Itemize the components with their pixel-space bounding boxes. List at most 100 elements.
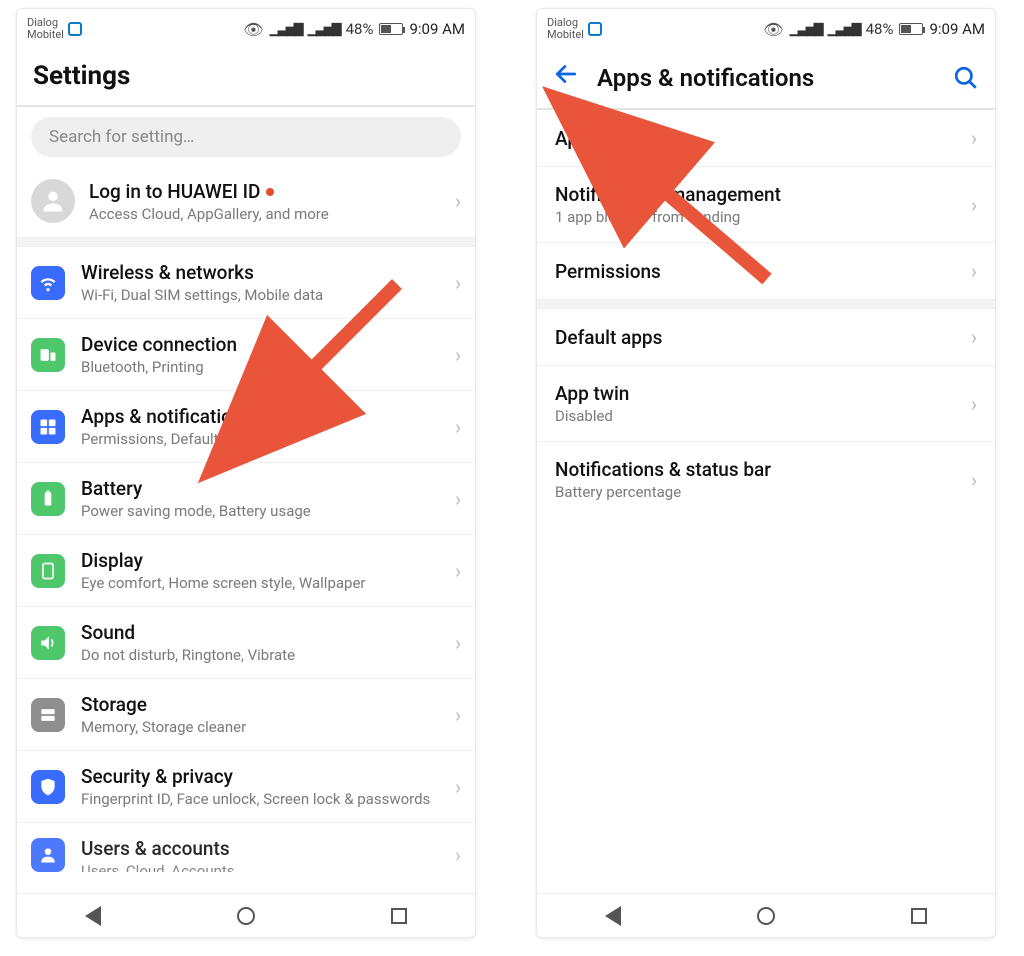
signal-4g-icon: ▁▃▅▇ [308,22,340,37]
row-battery[interactable]: Battery Power saving mode, Battery usage… [17,462,475,534]
chevron-right-icon: › [447,631,461,655]
nav-home-button[interactable] [235,905,257,927]
row-subtitle: Bluetooth, Printing [81,358,447,376]
row-title: Display [81,549,447,572]
row-subtitle: 1 app blocked from sending [555,208,971,226]
apps-content[interactable]: Apps › Notifications management 1 app bl… [537,110,995,893]
row-subtitle: Battery percentage [555,483,971,501]
chevron-right-icon: › [971,193,977,217]
clock: 9:09 AM [409,20,465,38]
row-display[interactable]: Display Eye comfort, Home screen style, … [17,534,475,606]
row-app-twin[interactable]: App twin Disabled › [537,365,995,441]
signal-icon: ▁▃▅▇ [790,22,822,37]
login-subtitle: Access Cloud, AppGallery, and more [89,205,447,223]
nav-back-button[interactable] [602,905,624,927]
nav-recent-button[interactable] [388,905,410,927]
section-divider [537,299,995,309]
row-title: Sound [81,621,447,644]
row-device-connection[interactable]: Device connection Bluetooth, Printing › [17,318,475,390]
row-notifications-management[interactable]: Notifications management 1 app blocked f… [537,166,995,242]
chevron-right-icon: › [447,703,461,727]
sound-icon [31,626,65,660]
chevron-right-icon: › [971,259,977,283]
row-subtitle: Power saving mode, Battery usage [81,502,447,520]
chevron-right-icon: › [447,487,461,511]
row-title: Notifications management [555,183,971,206]
row-apps[interactable]: Apps › [537,110,995,166]
nav-home-button[interactable] [755,905,777,927]
row-title: Security & privacy [81,765,447,788]
chevron-right-icon: › [447,189,461,213]
chevron-right-icon: › [971,325,977,349]
row-notifications-status-bar[interactable]: Notifications & status bar Battery perce… [537,441,995,517]
row-subtitle: Fingerprint ID, Face unlock, Screen lock… [81,790,447,808]
signal-4g-icon: ▁▃▅▇ [828,22,860,37]
nav-bar [537,893,995,937]
row-title: Notifications & status bar [555,458,971,481]
device-icon [31,338,65,372]
row-security-privacy[interactable]: Security & privacy Fingerprint ID, Face … [17,750,475,822]
row-title: Users & accounts [81,837,447,860]
row-subtitle: Permissions, Default apps [81,430,447,448]
nav-back-button[interactable] [82,905,104,927]
eye-comfort-icon: 👁 [763,20,783,39]
eye-comfort-icon: 👁 [243,20,263,39]
apps-icon [31,410,65,444]
shield-icon [31,770,65,804]
row-users-accounts[interactable]: Users & accounts Users, Cloud, Accounts … [17,822,475,886]
row-subtitle: Users, Cloud, Accounts [81,862,447,872]
clock: 9:09 AM [929,20,985,38]
phone-settings: Dialog Mobitel 👁 ▁▃▅▇ ▁▃▅▇ 48% 9:09 AM S… [16,8,476,938]
search-input[interactable]: Search for setting… [31,117,461,157]
battery-percent: 48% [866,20,894,38]
row-subtitle: Memory, Storage cleaner [81,718,447,736]
row-title: Storage [81,693,447,716]
storage-icon [31,698,65,732]
row-apps-notifications[interactable]: Apps & notifications Permissions, Defaul… [17,390,475,462]
chevron-right-icon: › [447,843,461,867]
row-title: Default apps [555,326,971,349]
row-wireless-networks[interactable]: Wireless & networks Wi-Fi, Dual SIM sett… [17,247,475,318]
phone-apps-notifications: Dialog Mobitel 👁 ▁▃▅▇ ▁▃▅▇ 48% 9:09 AM A… [536,8,996,938]
nav-bar [17,893,475,937]
chevron-right-icon: › [971,392,977,416]
login-row[interactable]: Log in to HUAWEI ID Access Cloud, AppGal… [17,165,475,237]
page-title: Apps & notifications [587,64,945,92]
section-divider [17,237,475,247]
search-placeholder: Search for setting… [49,127,194,147]
notification-icon [68,22,82,36]
row-default-apps[interactable]: Default apps › [537,309,995,365]
chevron-right-icon: › [971,468,977,492]
avatar-icon [31,179,75,223]
nav-recent-button[interactable] [908,905,930,927]
back-button[interactable] [553,61,587,94]
battery-icon [899,23,923,35]
settings-content[interactable]: Search for setting… Log in to HUAWEI ID … [17,107,475,893]
chevron-right-icon: › [447,271,461,295]
row-storage[interactable]: Storage Memory, Storage cleaner › [17,678,475,750]
signal-icon: ▁▃▅▇ [270,22,302,37]
chevron-right-icon: › [971,126,977,150]
notification-icon [588,22,602,36]
carrier-label: Dialog Mobitel [27,17,64,41]
battery-percent: 48% [346,20,374,38]
chevron-right-icon: › [447,775,461,799]
chevron-right-icon: › [447,343,461,367]
chevron-right-icon: › [447,415,461,439]
row-subtitle: Do not disturb, Ringtone, Vibrate [81,646,447,664]
user-icon [31,838,65,872]
search-button[interactable] [945,65,979,91]
alert-dot-icon [266,188,274,196]
wifi-icon [31,266,65,300]
status-bar: Dialog Mobitel 👁 ▁▃▅▇ ▁▃▅▇ 48% 9:09 AM [17,9,475,49]
row-permissions[interactable]: Permissions › [537,242,995,299]
chevron-right-icon: › [447,559,461,583]
row-title: Device connection [81,333,447,356]
row-subtitle: Eye comfort, Home screen style, Wallpape… [81,574,447,592]
display-icon [31,554,65,588]
apps-header: Apps & notifications [537,49,995,110]
row-sound[interactable]: Sound Do not disturb, Ringtone, Vibrate … [17,606,475,678]
page-title: Settings [33,61,459,91]
row-title: Apps & notifications [81,405,447,428]
row-title: Battery [81,477,447,500]
